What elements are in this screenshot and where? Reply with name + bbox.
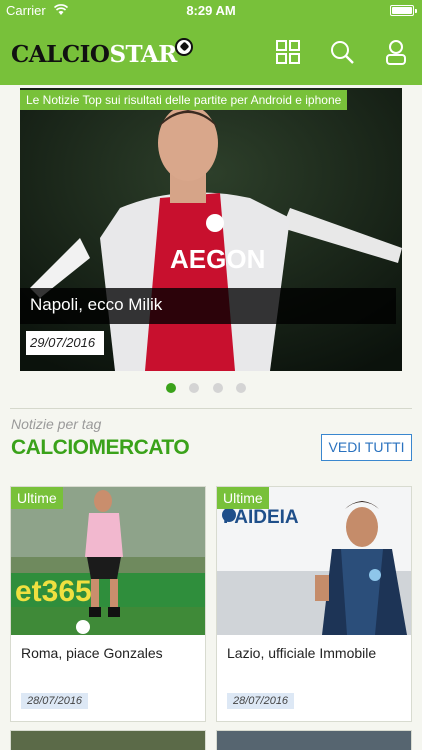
see-all-button[interactable]: VEDI TUTTI bbox=[321, 434, 412, 461]
card-title[interactable]: Roma, piace Gonzales bbox=[21, 645, 163, 661]
card-date: 28/07/2016 bbox=[21, 693, 89, 709]
pager-dot-4[interactable] bbox=[236, 383, 246, 393]
card-photo: et365 Ultime bbox=[11, 487, 205, 635]
hero-photo: AEGON bbox=[20, 88, 402, 371]
card-badge: Ultime bbox=[217, 487, 269, 509]
logo-main: CALCIO bbox=[11, 40, 110, 68]
card-badge: Ultime bbox=[11, 487, 63, 509]
pager-dot-3[interactable] bbox=[213, 383, 223, 393]
status-bar: Carrier 8:29 AM bbox=[0, 0, 422, 22]
grid-icon[interactable] bbox=[275, 39, 301, 65]
hero-title[interactable]: Napoli, ecco Milik bbox=[20, 288, 396, 324]
logo-accent: STAR bbox=[109, 40, 177, 68]
card-title[interactable]: Lazio, ufficiale Immobile bbox=[227, 645, 376, 661]
logo-text: CALCIOSTAR bbox=[11, 41, 177, 68]
card-date: 28/07/2016 bbox=[227, 693, 295, 709]
svg-text:et365: et365 bbox=[15, 575, 92, 608]
hero-carousel[interactable]: AEGON Le Notizie Top sui risultati delle… bbox=[20, 88, 402, 371]
section-title: CALCIOMERCATO bbox=[11, 436, 190, 459]
news-card[interactable]: PAIDEIA Ultime Lazio, ufficiale Immobile… bbox=[216, 486, 412, 722]
pager-dot-2[interactable] bbox=[189, 383, 199, 393]
battery-icon bbox=[390, 5, 417, 16]
soccer-ball-icon bbox=[174, 38, 193, 56]
svg-text:AEGON: AEGON bbox=[170, 244, 265, 274]
app-logo[interactable]: CALCIOSTAR bbox=[11, 37, 193, 71]
pager-dot-1[interactable] bbox=[166, 383, 176, 393]
section-subtitle: Notizie per tag bbox=[11, 416, 102, 432]
news-card-partial[interactable] bbox=[10, 730, 206, 750]
section-divider bbox=[10, 408, 412, 409]
news-card[interactable]: et365 Ultime Roma, piace Gonzales 28/07/… bbox=[10, 486, 206, 722]
user-icon[interactable] bbox=[383, 39, 409, 65]
hero-date: 29/07/2016 bbox=[26, 331, 104, 355]
app-header: CALCIOSTAR bbox=[0, 22, 422, 85]
card-photo: PAIDEIA Ultime bbox=[217, 487, 411, 635]
status-time: 8:29 AM bbox=[186, 3, 236, 18]
carousel-pager[interactable] bbox=[0, 383, 422, 395]
hero-tag: Le Notizie Top sui risultati delle parti… bbox=[20, 90, 348, 110]
search-icon[interactable] bbox=[329, 39, 355, 65]
news-card-partial[interactable] bbox=[216, 730, 412, 750]
